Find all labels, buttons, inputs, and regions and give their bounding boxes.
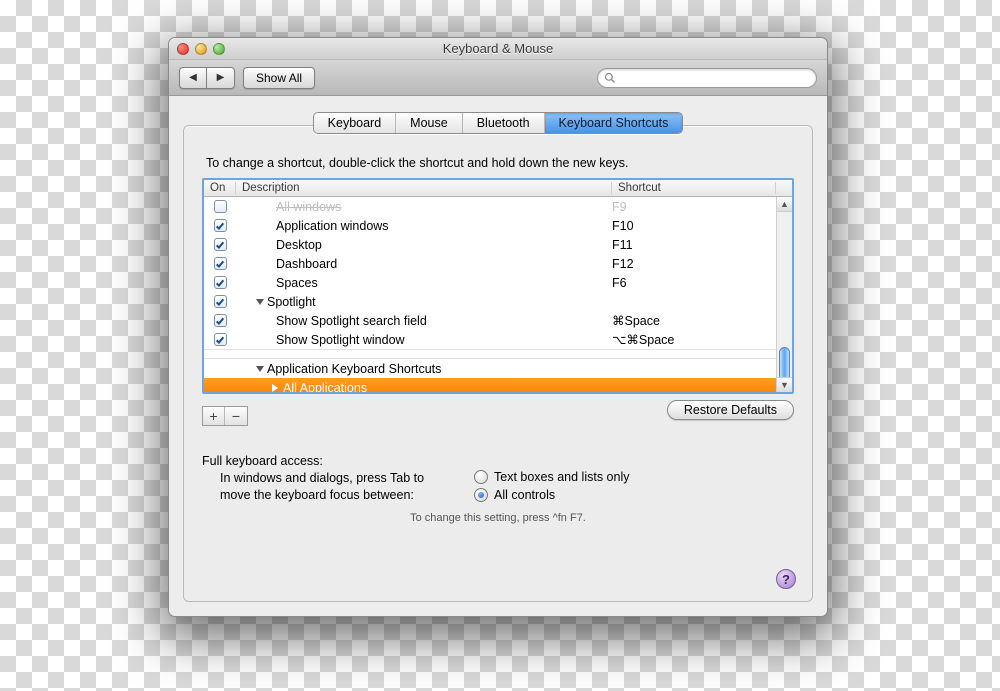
radio-label: Text boxes and lists only — [494, 470, 630, 484]
table-row[interactable]: All windows F9 — [204, 197, 792, 216]
table-row[interactable]: Spotlight — [204, 292, 792, 311]
remove-button[interactable]: − — [225, 407, 247, 425]
col-shortcut[interactable]: Shortcut — [612, 182, 776, 194]
chevron-left-icon: ◀ — [189, 72, 197, 83]
checkbox[interactable] — [214, 295, 227, 308]
add-remove-control: + − — [202, 406, 248, 426]
row-shortcut[interactable]: ⌥⌘Space — [612, 332, 776, 347]
table-row[interactable]: Application Keyboard Shortcuts — [204, 359, 792, 378]
checkbox[interactable] — [214, 314, 227, 327]
row-description: Spaces — [276, 276, 318, 290]
col-on[interactable]: On — [204, 182, 236, 194]
shortcuts-table: On Description Shortcut All windows F9 App… — [202, 178, 794, 394]
table-body: All windows F9 Application windows F10 Deskt… — [204, 197, 792, 392]
row-shortcut[interactable]: F6 — [612, 276, 776, 290]
scroll-up-button[interactable]: ▲ — [777, 197, 792, 212]
window-title: Keyboard & Mouse — [169, 41, 827, 56]
nav-back-forward: ◀ ▶ — [179, 67, 235, 89]
window-body: KeyboardMouseBluetoothKeyboard Shortcuts… — [169, 96, 827, 616]
table-row[interactable]: Application windows F10 — [204, 216, 792, 235]
radio-all-controls[interactable]: All controls — [474, 488, 630, 502]
disclosure-triangle-icon[interactable] — [256, 299, 264, 305]
radio-icon — [474, 470, 488, 484]
search-input[interactable] — [620, 70, 810, 86]
full-keyboard-access: Full keyboard access: In windows and dia… — [202, 454, 794, 524]
fka-hint: To change this setting, press ^fn F7. — [202, 512, 794, 524]
restore-defaults-button[interactable]: Restore Defaults — [667, 400, 794, 420]
table-gap — [204, 349, 792, 359]
disclosure-triangle-icon[interactable] — [272, 384, 278, 392]
checkbox[interactable] — [214, 333, 227, 346]
row-description: Application windows — [276, 219, 389, 233]
forward-button[interactable]: ▶ — [207, 67, 235, 89]
scrollbar[interactable]: ▲ ▼ — [776, 197, 792, 392]
radio-text-boxes-only[interactable]: Text boxes and lists only — [474, 470, 630, 484]
fka-options: Text boxes and lists only All controls — [474, 470, 630, 506]
fka-title: Full keyboard access: — [202, 454, 794, 468]
table-row[interactable]: Show Spotlight search field ⌘Space — [204, 311, 792, 330]
row-description: Dashboard — [276, 257, 337, 271]
search-field[interactable] — [597, 68, 817, 88]
col-description[interactable]: Description — [236, 182, 612, 194]
disclosure-triangle-icon[interactable] — [256, 366, 264, 372]
checkbox[interactable] — [214, 200, 227, 213]
preferences-window: Keyboard & Mouse ◀ ▶ Show All KeyboardMo… — [168, 37, 828, 617]
row-description: Application Keyboard Shortcuts — [267, 362, 441, 376]
row-description: All Applications — [283, 381, 367, 393]
row-description: Show Spotlight window — [276, 333, 405, 347]
row-shortcut[interactable]: F12 — [612, 257, 776, 271]
table-row[interactable]: Desktop F11 — [204, 235, 792, 254]
row-shortcut[interactable]: F9 — [612, 200, 776, 214]
radio-icon — [474, 488, 488, 502]
row-description: All windows — [276, 200, 341, 214]
tab-keyboard[interactable]: Keyboard — [314, 113, 397, 133]
table-header: On Description Shortcut — [204, 180, 792, 197]
checkbox[interactable] — [214, 238, 227, 251]
table-row[interactable]: Show Spotlight window ⌥⌘Space — [204, 330, 792, 349]
titlebar: Keyboard & Mouse — [169, 38, 827, 60]
row-description: Spotlight — [267, 295, 316, 309]
checkbox[interactable] — [214, 257, 227, 270]
radio-label: All controls — [494, 488, 555, 502]
table-row[interactable]: All Applications — [204, 378, 792, 392]
fka-explain: In windows and dialogs, press Tab to mov… — [202, 470, 462, 506]
row-shortcut[interactable]: F11 — [612, 238, 776, 252]
toolbar: ◀ ▶ Show All — [169, 60, 827, 96]
back-button[interactable]: ◀ — [179, 67, 207, 89]
add-button[interactable]: + — [203, 407, 225, 425]
tab-bluetooth[interactable]: Bluetooth — [463, 113, 545, 133]
search-icon — [604, 72, 616, 84]
row-shortcut[interactable]: ⌘Space — [612, 313, 776, 328]
row-description: Desktop — [276, 238, 322, 252]
tab-mouse[interactable]: Mouse — [396, 113, 463, 133]
help-button[interactable]: ? — [776, 569, 796, 589]
row-shortcut[interactable]: F10 — [612, 219, 776, 233]
shortcuts-panel: To change a shortcut, double-click the s… — [183, 125, 813, 602]
show-all-button[interactable]: Show All — [243, 67, 315, 89]
tab-keyboard-shortcuts[interactable]: Keyboard Shortcuts — [545, 113, 683, 133]
row-description: Show Spotlight search field — [276, 314, 427, 328]
instruction-text: To change a shortcut, double-click the s… — [206, 156, 790, 170]
scroll-thumb[interactable] — [779, 347, 790, 381]
checkbox[interactable] — [214, 219, 227, 232]
tab-bar: KeyboardMouseBluetoothKeyboard Shortcuts — [313, 112, 684, 134]
scroll-down-button[interactable]: ▼ — [777, 377, 792, 392]
table-row[interactable]: Dashboard F12 — [204, 254, 792, 273]
table-row[interactable]: Spaces F6 — [204, 273, 792, 292]
checkbox[interactable] — [214, 276, 227, 289]
chevron-right-icon: ▶ — [217, 72, 225, 83]
